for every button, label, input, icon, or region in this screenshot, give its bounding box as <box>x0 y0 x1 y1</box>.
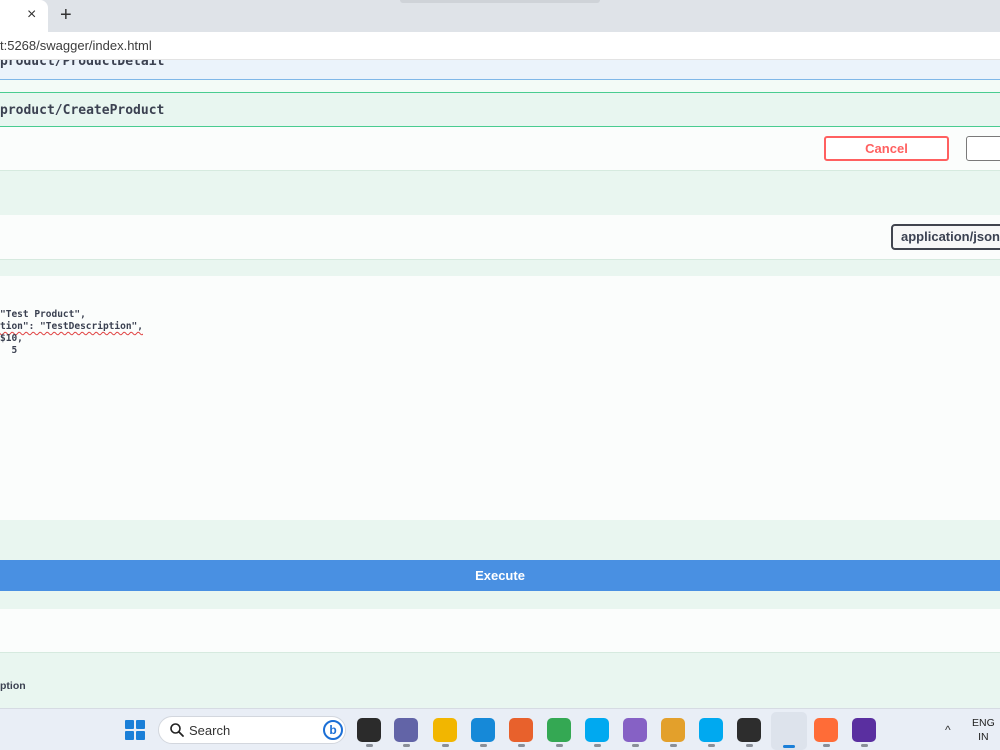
swagger-content: product/ProductDetail product/CreateProd… <box>0 60 1000 708</box>
running-indicator <box>670 744 677 747</box>
language-indicator[interactable]: ENG IN <box>972 716 995 744</box>
visual-studio-icon[interactable] <box>623 718 647 742</box>
skype-1-icon[interactable] <box>585 718 609 742</box>
taskbar-search-box[interactable]: Search b <box>158 716 346 744</box>
search-icon <box>170 723 184 737</box>
language-code: ENG <box>972 717 995 729</box>
code-line: 5 <box>0 345 18 356</box>
terminal-icon[interactable] <box>737 718 761 742</box>
cancel-button[interactable]: Cancel <box>824 136 949 161</box>
running-indicator <box>518 744 525 747</box>
code-line: "Test Product", <box>0 309 86 320</box>
running-indicator <box>861 744 868 747</box>
network-tool-icon[interactable] <box>661 718 685 742</box>
request-body-code[interactable]: "Test Product", tion": "TestDescription"… <box>0 309 143 357</box>
edge-icon[interactable] <box>471 718 495 742</box>
description-label: ption <box>0 680 26 692</box>
media-app-icon[interactable] <box>852 718 876 742</box>
running-indicator <box>556 744 563 747</box>
new-tab-icon[interactable]: + <box>60 4 72 26</box>
teams-meet-icon[interactable] <box>394 718 418 742</box>
operation-path-create: product/CreateProduct <box>0 103 165 118</box>
responses-row <box>0 609 1000 653</box>
region-code: IN <box>978 731 989 743</box>
section-divider <box>0 260 1000 276</box>
active-tab[interactable]: × <box>0 0 48 32</box>
operation-path-detail: product/ProductDetail <box>0 60 165 69</box>
running-indicator <box>823 744 830 747</box>
running-indicator <box>746 744 753 747</box>
url-text[interactable]: t:5268/swagger/index.html <box>0 38 152 53</box>
chrome-icon[interactable] <box>547 718 571 742</box>
running-indicator <box>708 744 715 747</box>
section-divider <box>0 591 1000 609</box>
task-view-icon[interactable] <box>357 718 381 742</box>
address-bar[interactable]: t:5268/swagger/index.html <box>0 32 1000 60</box>
running-indicator <box>366 744 373 747</box>
try-it-out-row: Cancel <box>0 127 1000 171</box>
postman-icon[interactable] <box>814 718 838 742</box>
execute-button[interactable]: Execute <box>0 560 1000 591</box>
browser-tab-bar: × + <box>0 0 1000 32</box>
windows-start-icon[interactable] <box>125 720 145 740</box>
running-indicator <box>632 744 639 747</box>
responses-header: ption <box>0 653 1000 708</box>
request-body-editor[interactable]: "Test Product", tion": "TestDescription"… <box>0 276 1000 520</box>
parameters-header <box>0 171 1000 215</box>
firefox-icon[interactable] <box>509 718 533 742</box>
code-line: tion": "TestDescription", <box>0 321 143 332</box>
running-indicator <box>480 744 487 747</box>
operation-product-detail[interactable]: product/ProductDetail <box>0 60 1000 80</box>
tab-strip-shadow <box>400 0 600 3</box>
file-explorer-icon[interactable] <box>433 718 457 742</box>
code-line: $10, <box>0 333 23 344</box>
skype-2-icon[interactable] <box>699 718 723 742</box>
running-indicator <box>403 744 410 747</box>
content-type-select[interactable]: application/json <box>891 224 1000 250</box>
close-tab-icon[interactable]: × <box>27 6 36 24</box>
bing-icon[interactable]: b <box>323 720 343 740</box>
secondary-button[interactable] <box>966 136 1000 161</box>
running-indicator <box>594 744 601 747</box>
search-placeholder: Search <box>189 723 231 738</box>
section-divider <box>0 520 1000 560</box>
taskbar: Search b ^ ENG IN <box>0 708 1000 750</box>
chevron-up-icon[interactable]: ^ <box>945 723 951 737</box>
operation-create-product[interactable]: product/CreateProduct <box>0 92 1000 127</box>
request-body-header: application/json <box>0 215 1000 260</box>
running-indicator <box>442 744 449 747</box>
active-app-indicator <box>783 745 795 748</box>
